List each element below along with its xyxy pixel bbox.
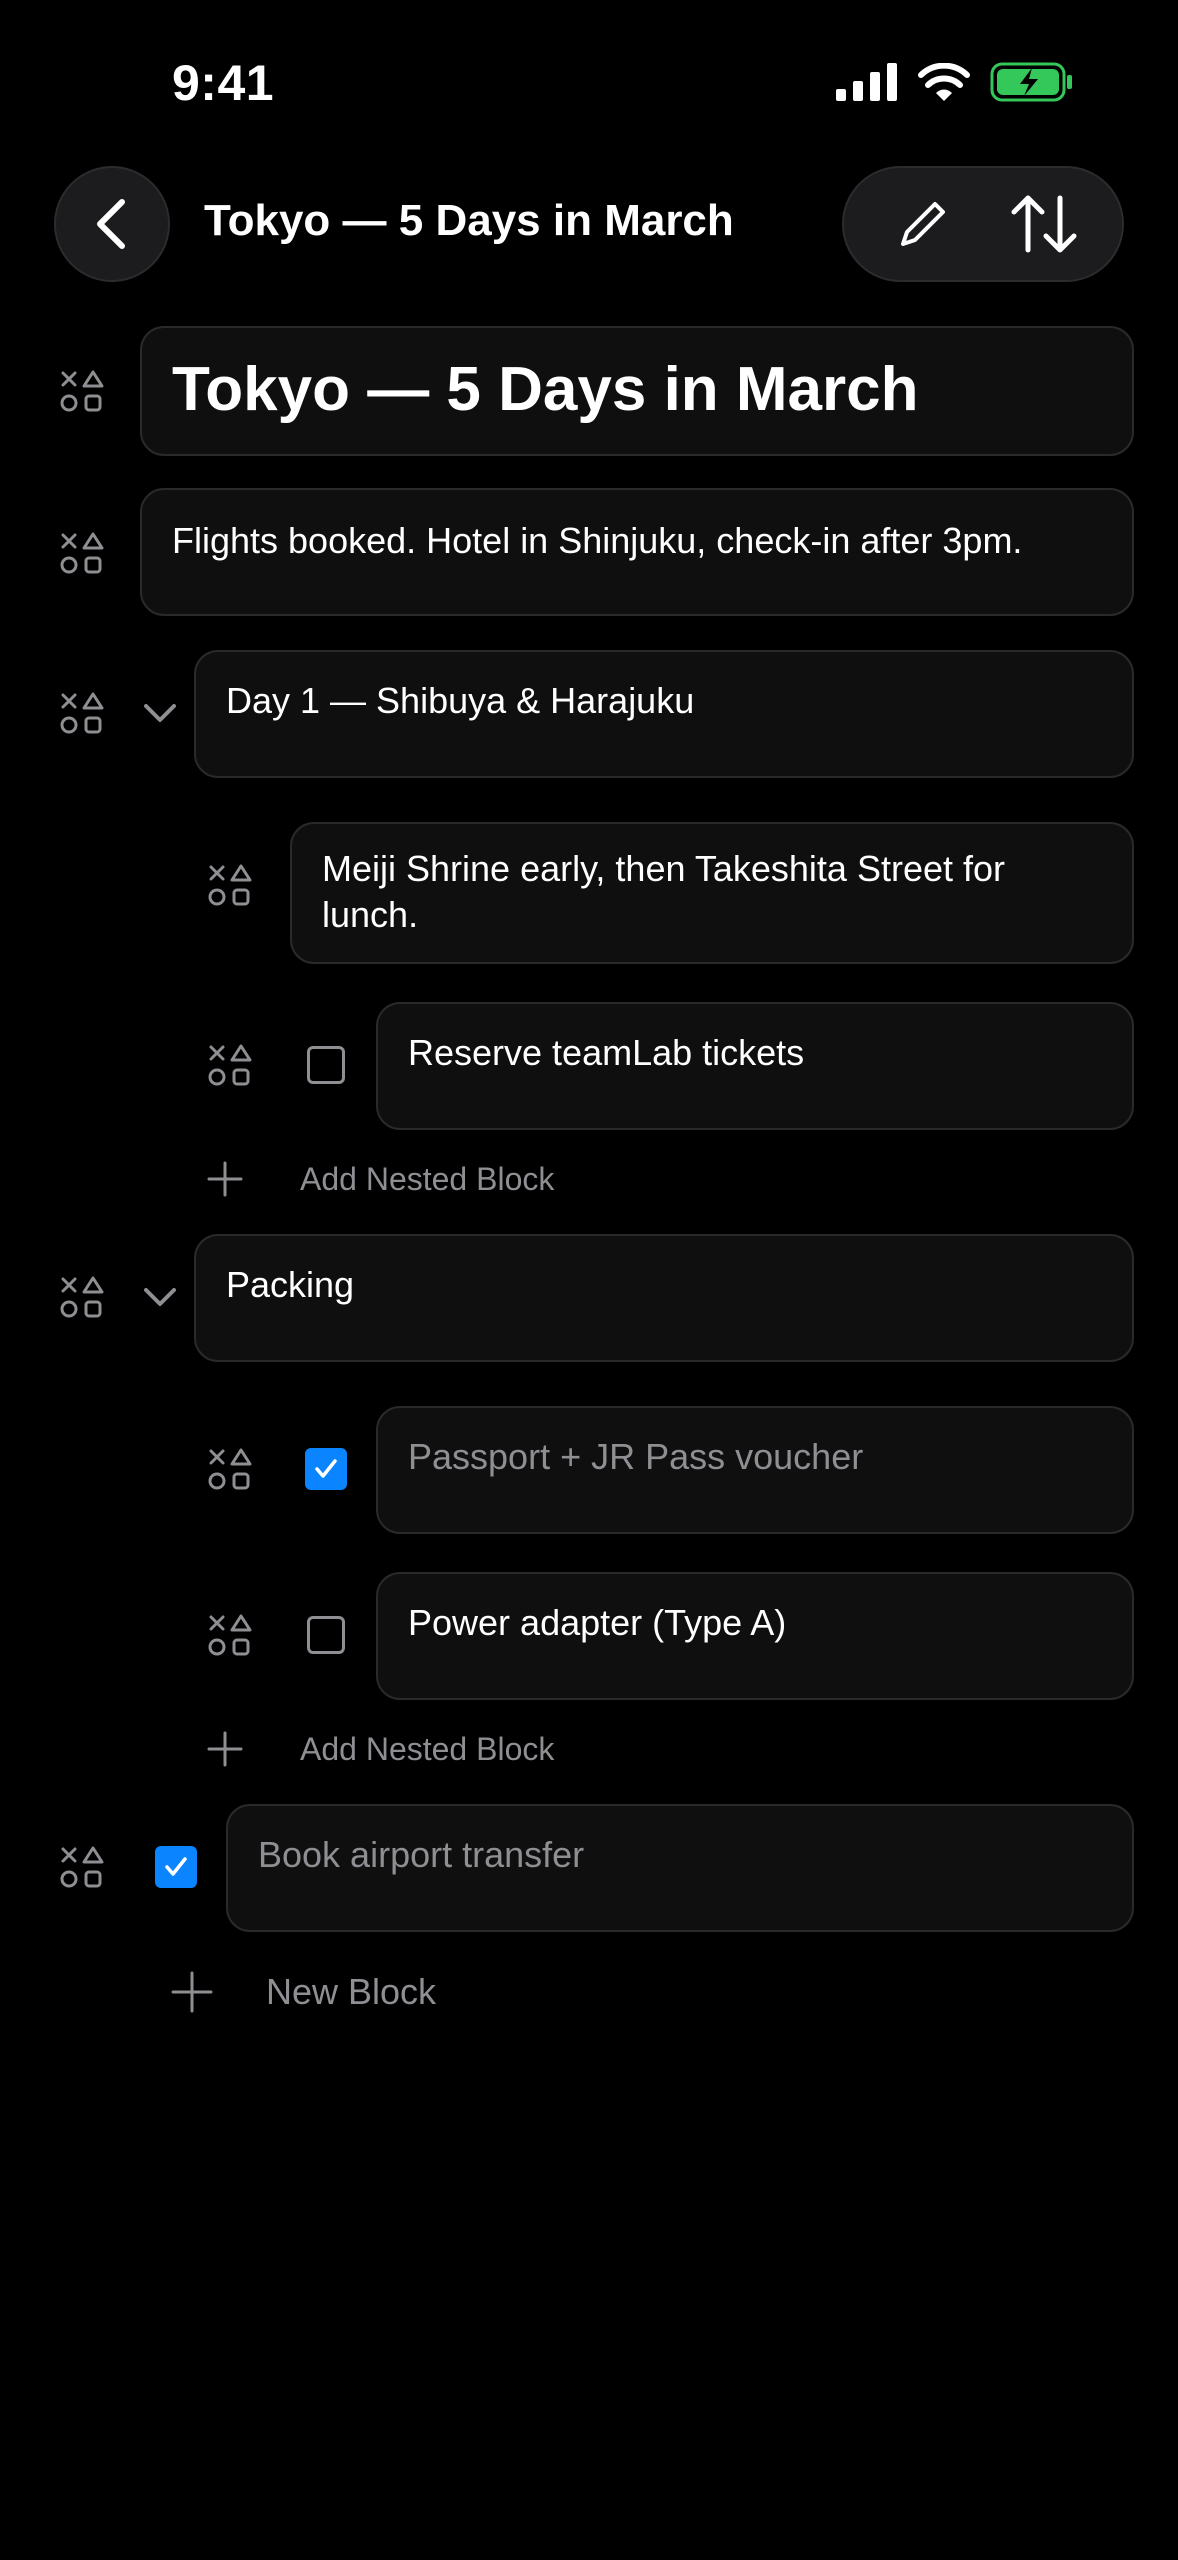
nested-text-block[interactable]: Meiji Shrine early, then Takeshita Stree… [290, 822, 1134, 964]
plus-icon [207, 1731, 243, 1767]
todo-block[interactable]: Reserve teamLab tickets [376, 1002, 1134, 1130]
title-block-text: Tokyo — 5 Days in March [172, 355, 919, 424]
title-block[interactable]: Tokyo — 5 Days in March [140, 326, 1134, 456]
drag-handle-icon[interactable] [60, 1846, 104, 1890]
text-block[interactable]: Flights booked. Hotel in Shinjuku, check… [140, 488, 1134, 616]
toggle-block[interactable]: Day 1 — Shibuya & Harajuku [194, 650, 1134, 778]
todo-block-text: Reserve teamLab tickets [408, 1032, 805, 1073]
todo-block[interactable]: Book airport transfer [226, 1804, 1134, 1932]
drag-handle-icon[interactable] [60, 370, 104, 414]
todo-checkbox[interactable] [307, 1046, 345, 1084]
add-nested-block-label: Add Nested Block [300, 1160, 555, 1197]
todo-checkbox[interactable] [307, 1616, 345, 1654]
cellular-signal-icon [836, 63, 897, 101]
todo-checkbox-checked[interactable] [305, 1448, 347, 1490]
new-block-button[interactable]: New Block [170, 1970, 436, 2014]
todo-checkbox-checked[interactable] [155, 1846, 197, 1888]
drag-handle-icon[interactable] [60, 692, 104, 736]
text-block-text: Flights booked. Hotel in Shinjuku, check… [172, 520, 1023, 561]
add-nested-block-button[interactable]: Add Nested Block [206, 1730, 554, 1768]
status-icons [836, 62, 1074, 102]
chevron-down-icon[interactable] [140, 694, 180, 734]
sort-button[interactable] [994, 174, 1094, 274]
drag-handle-icon[interactable] [208, 864, 252, 908]
todo-block-text: Book airport transfer [258, 1834, 585, 1875]
todo-block-text: Power adapter (Type A) [408, 1602, 787, 1643]
add-nested-block-button[interactable]: Add Nested Block [206, 1160, 554, 1198]
new-block-label: New Block [266, 1971, 437, 2012]
toggle-block[interactable]: Packing [194, 1234, 1134, 1362]
drag-handle-icon[interactable] [60, 1276, 104, 1320]
drag-handle-icon[interactable] [208, 1044, 252, 1088]
plus-icon [207, 1161, 243, 1197]
nav-actions-group [842, 166, 1124, 282]
battery-charging-icon [990, 62, 1072, 102]
page-title: Tokyo — 5 Days in March [204, 196, 734, 245]
checkmark-icon [315, 1459, 337, 1478]
edit-button[interactable] [873, 174, 973, 274]
chevron-down-icon[interactable] [140, 1278, 180, 1318]
chevron-left-icon [97, 199, 125, 249]
sort-arrows-icon [1011, 195, 1076, 253]
status-time: 9:41 [172, 55, 275, 111]
pencil-icon [900, 202, 945, 246]
drag-handle-icon[interactable] [60, 532, 104, 576]
todo-block[interactable]: Power adapter (Type A) [376, 1572, 1134, 1700]
todo-block-text: Passport + JR Pass voucher [408, 1436, 864, 1477]
back-button[interactable] [54, 166, 170, 282]
toggle-block-text: Packing [226, 1264, 355, 1305]
plus-icon [171, 1971, 213, 2013]
add-nested-block-label: Add Nested Block [300, 1730, 555, 1767]
toggle-block-text: Day 1 — Shibuya & Harajuku [226, 680, 695, 721]
drag-handle-icon[interactable] [208, 1448, 252, 1492]
todo-block[interactable]: Passport + JR Pass voucher [376, 1406, 1134, 1534]
checkmark-icon [165, 1857, 187, 1876]
wifi-icon [918, 63, 970, 101]
nested-text-block-text: Meiji Shrine early, then Takeshita Stree… [322, 848, 1005, 935]
drag-handle-icon[interactable] [208, 1614, 252, 1658]
